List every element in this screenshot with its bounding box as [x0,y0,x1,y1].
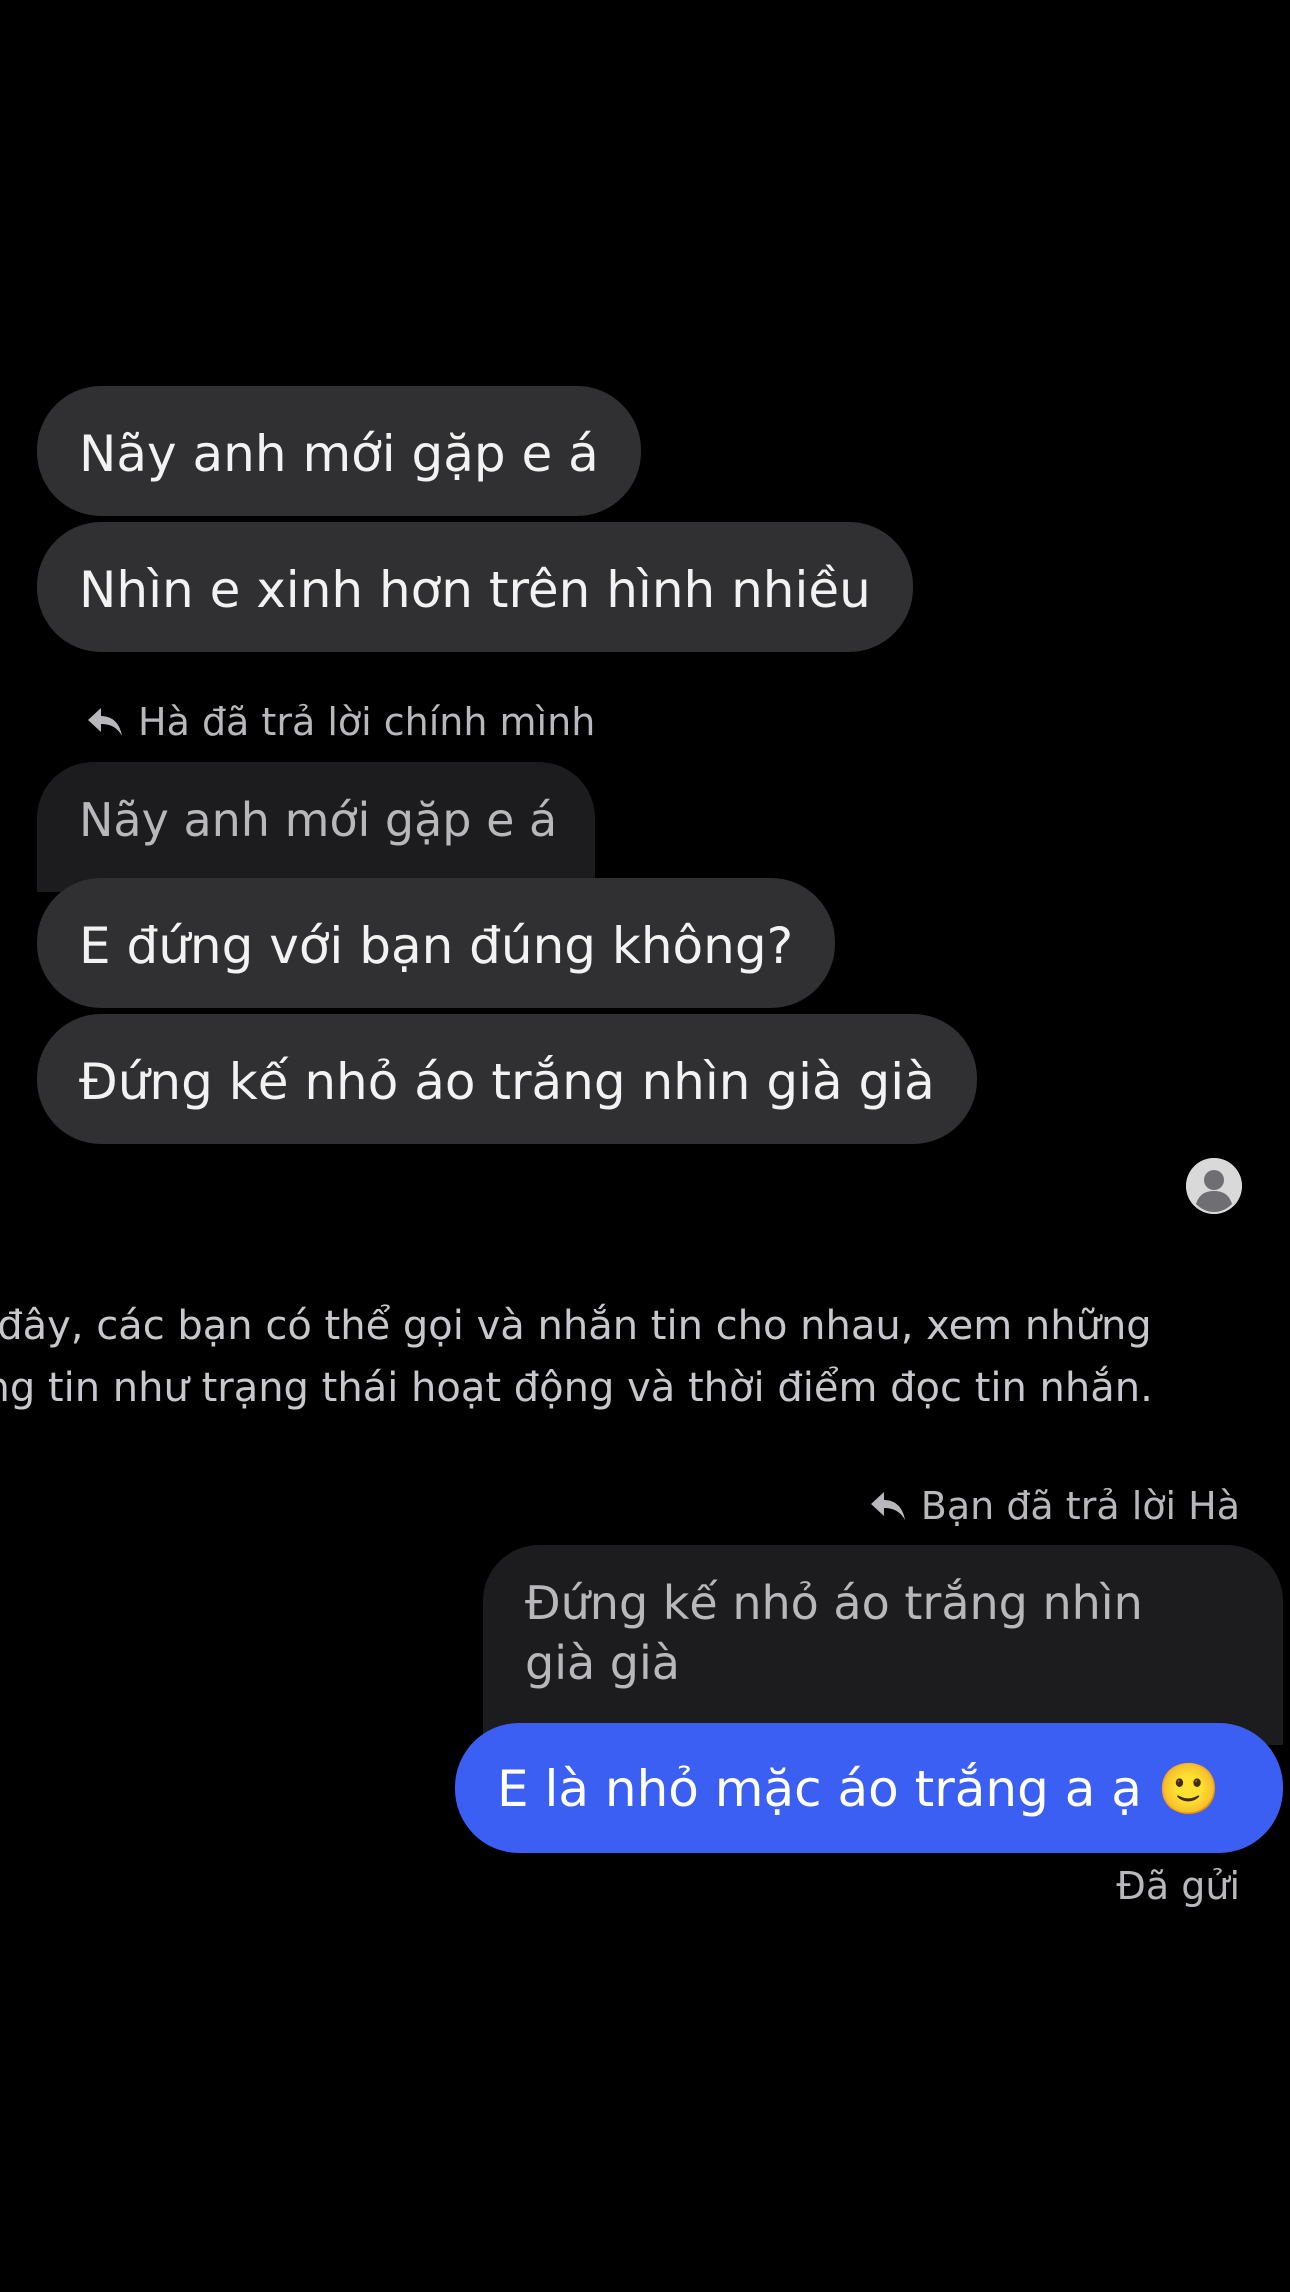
reply-arrow-icon [870,1492,905,1520]
reply-arrow-icon [88,708,122,736]
received-message-1[interactable]: Nãy anh mới gặp e á [37,386,641,516]
received-message-2[interactable]: Nhìn e xinh hơn trên hình nhiều [37,522,913,652]
default-avatar-icon [1186,1158,1242,1214]
reply-label-sent: Bạn đã trả lời Hà [869,1482,1240,1530]
system-notice: ở đây, các bạn có thể gọi và nhắn tin ch… [0,1295,1290,1419]
received-message-4[interactable]: Đứng kế nhỏ áo trắng nhìn già già [37,1014,977,1144]
quoted-text: Nãy anh mới gặp e á [79,793,558,847]
quoted-text-line-1: Đứng kế nhỏ áo trắng nhìn [525,1576,1143,1630]
message-status: Đã gửi [1116,1864,1240,1908]
quoted-message-received[interactable]: Nãy anh mới gặp e á [37,762,595,892]
seen-avatar [1186,1158,1242,1214]
quoted-text-line-2: già già [525,1636,680,1690]
system-notice-line-1: ở đây, các bạn có thể gọi và nhắn tin ch… [0,1303,1152,1349]
sent-message-1[interactable]: E là nhỏ mặc áo trắng a ạ 🙂 [455,1723,1283,1853]
reply-label-text: Bạn đã trả lời Hà [920,1484,1240,1528]
message-text: E đứng với bạn đúng không? [79,917,794,975]
message-text: Nãy anh mới gặp e á [79,425,599,483]
message-text: E là nhỏ mặc áo trắng a ạ 🙂 [497,1760,1221,1818]
message-text: Đứng kế nhỏ áo trắng nhìn già già [79,1053,935,1111]
reply-label-text: Hà đã trả lời chính mình [138,700,596,744]
system-notice-line-2: ông tin như trạng thái hoạt động và thời… [0,1365,1153,1411]
received-message-3[interactable]: E đứng với bạn đúng không? [37,878,836,1008]
message-text: Nhìn e xinh hơn trên hình nhiều [79,561,871,619]
quoted-message-sent[interactable]: Đứng kế nhỏ áo trắng nhìn già già [483,1545,1283,1745]
reply-label-received: Hà đã trả lời chính mình [86,698,595,746]
